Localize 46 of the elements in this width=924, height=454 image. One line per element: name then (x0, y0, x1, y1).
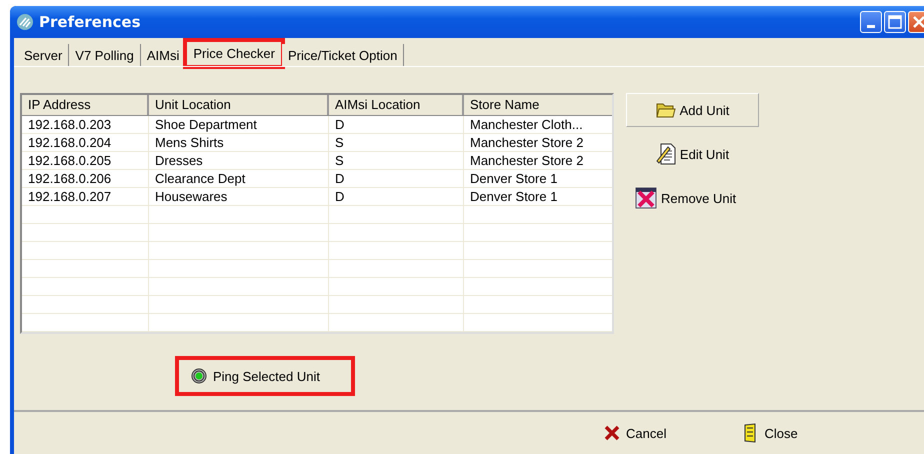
folder-icon (656, 101, 676, 119)
unit-button[interactable]: Edit Unit (626, 137, 759, 171)
dialog-button[interactable]: Cancel (598, 419, 672, 447)
unit-button[interactable]: Add Unit (626, 93, 759, 127)
indicator-light-icon (191, 368, 207, 384)
remove-icon (635, 187, 657, 209)
tab[interactable]: Price/Ticket Option (282, 44, 404, 66)
table-cell: 192.168.0.203 (22, 116, 149, 133)
close-icon (912, 15, 924, 29)
app-icon (16, 13, 34, 31)
table-cell-text: Manchester Cloth... (469, 116, 584, 133)
table-cell-text: Manchester Store 2 (469, 134, 584, 151)
maximize-button[interactable] (884, 11, 906, 33)
table-cell: 192.168.0.206 (22, 170, 149, 187)
table-cell: S (329, 152, 464, 169)
maximize-icon (888, 15, 902, 29)
unit-button[interactable]: Remove Unit (626, 181, 759, 215)
edit-document-icon (656, 143, 676, 165)
table-cell-text: Denver Store 1 (469, 170, 558, 187)
table-cell: 192.168.0.204 (22, 134, 149, 151)
column-header[interactable]: IP Address (22, 95, 149, 115)
table-cell: S (329, 134, 464, 151)
table-cell: Shoe Department (149, 116, 329, 133)
table-cell: D (329, 116, 464, 133)
door-icon (742, 423, 758, 443)
table-cell: 192.168.0.205 (22, 152, 149, 169)
table-cell: Mens Shirts (149, 134, 329, 151)
window-title: Preferences (39, 13, 141, 31)
column-header[interactable]: AIMsi Location (329, 95, 464, 115)
column-header[interactable]: Store Name (464, 95, 610, 115)
cross-icon (604, 425, 620, 441)
table-cell: Housewares (149, 188, 329, 205)
tab[interactable]: Price Checker (186, 41, 282, 66)
table-cell: Clearance Dept (149, 170, 329, 187)
ping-button[interactable]: Ping Selected Unit (175, 356, 355, 396)
minimize-icon (867, 24, 875, 28)
close-button[interactable] (908, 11, 924, 33)
table-cell-text: Denver Store 1 (469, 188, 558, 205)
table-cell: 192.168.0.207 (22, 188, 149, 205)
table-cell: D (329, 188, 464, 205)
table-cell: Dresses (149, 152, 329, 169)
table-cell-text: Manchester Store 2 (469, 152, 584, 169)
dialog-button[interactable]: Close (736, 419, 804, 447)
minimize-button[interactable] (860, 11, 882, 33)
column-header[interactable]: Unit Location (149, 95, 329, 115)
table-cell: D (329, 170, 464, 187)
